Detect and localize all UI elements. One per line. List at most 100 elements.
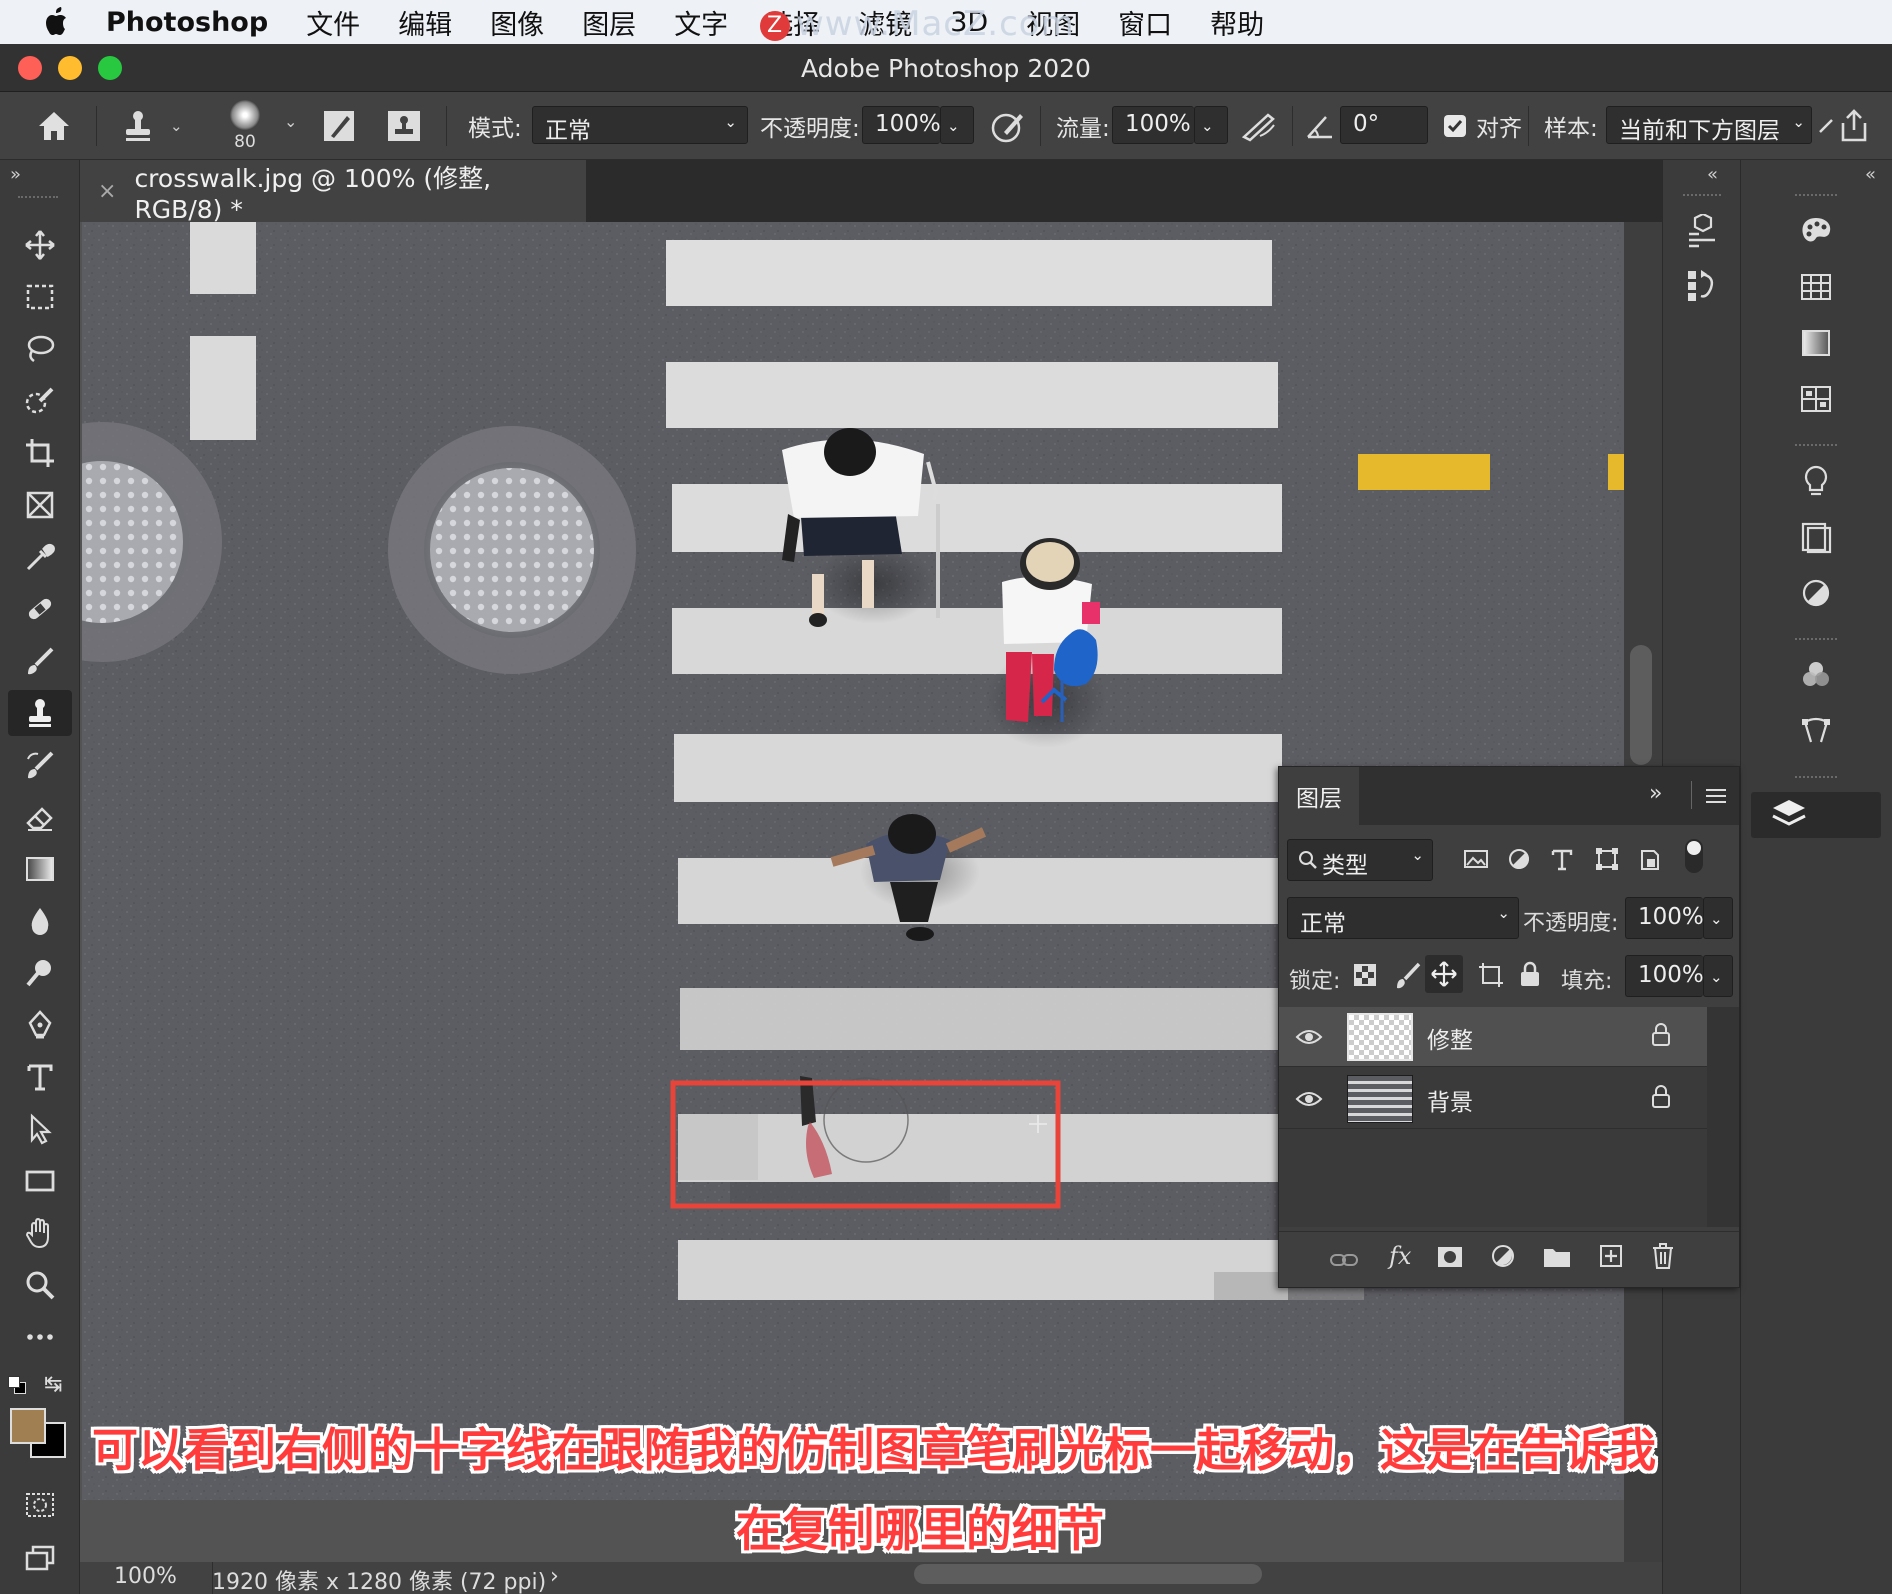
layer-name[interactable]: 背景	[1427, 1083, 1473, 1117]
flow-slider-toggle[interactable]: ⌄	[1194, 106, 1228, 144]
gradients-panel-button[interactable]	[1795, 322, 1837, 364]
zoom-tool[interactable]	[8, 1262, 72, 1308]
menu-type[interactable]: 文字	[674, 3, 728, 42]
layers-tab[interactable]: 图层	[1279, 767, 1359, 825]
ignore-adjustment-layers-button[interactable]	[1818, 92, 1836, 160]
swatches-panel-button[interactable]	[1795, 266, 1837, 308]
default-colors-icon[interactable]	[8, 1376, 30, 1398]
eye-icon[interactable]	[1295, 1089, 1323, 1109]
patterns-panel-button[interactable]	[1795, 378, 1837, 420]
collapse-panels-icon[interactable]: «	[1707, 164, 1718, 185]
foreground-color-swatch[interactable]	[10, 1408, 46, 1444]
swap-colors-icon[interactable]: ↹	[44, 1372, 62, 1397]
eye-icon[interactable]	[1295, 1027, 1323, 1047]
mode-select[interactable]: 正常 ⌄	[532, 106, 748, 144]
menu-app-name[interactable]: Photoshop	[106, 7, 268, 38]
new-adjustment-layer-icon[interactable]	[1491, 1244, 1517, 1270]
layers-scrollbar[interactable]	[1707, 1007, 1739, 1227]
toggle-clone-source-button[interactable]	[386, 92, 422, 160]
history-panel-button[interactable]	[1681, 264, 1723, 306]
color-panel-button[interactable]	[1795, 210, 1837, 252]
collapse-toolbar-icon[interactable]: »	[10, 164, 21, 185]
share-button[interactable]	[1836, 92, 1872, 160]
menu-edit[interactable]: 编辑	[398, 3, 452, 42]
add-mask-icon[interactable]	[1437, 1246, 1463, 1268]
angle-input[interactable]: 0°	[1340, 106, 1428, 144]
rectangle-tool[interactable]	[8, 1158, 72, 1204]
menu-file[interactable]: 文件	[306, 3, 360, 42]
panel-grip[interactable]	[1795, 444, 1837, 450]
move-tool[interactable]	[8, 222, 72, 268]
adjustments-panel-button[interactable]	[1795, 572, 1837, 614]
hand-tool[interactable]	[8, 1210, 72, 1256]
flow-input[interactable]: 100%	[1112, 106, 1194, 144]
lock-transparent-pixels-icon[interactable]	[1353, 963, 1377, 987]
fx-icon[interactable]: fx	[1389, 1242, 1411, 1270]
panel-grip[interactable]	[18, 196, 58, 202]
blend-mode-select[interactable]: 正常 ⌄	[1287, 897, 1519, 939]
filter-pixel-layers-icon[interactable]	[1463, 847, 1489, 871]
lasso-tool[interactable]	[8, 326, 72, 372]
crop-tool[interactable]	[8, 430, 72, 476]
fill-input[interactable]: 100%	[1625, 955, 1704, 997]
tool-preset-picker[interactable]: ⌄	[122, 92, 183, 160]
screen-mode-button[interactable]	[8, 1534, 72, 1580]
filter-shape-layers-icon[interactable]	[1595, 847, 1619, 871]
panel-grip[interactable]	[1683, 194, 1721, 200]
layer-opacity-toggle[interactable]: ⌄	[1703, 897, 1733, 939]
apple-icon[interactable]	[42, 6, 72, 38]
frame-tool[interactable]	[8, 482, 72, 528]
panel-grip[interactable]	[1795, 194, 1837, 200]
learn-panel-button[interactable]	[1795, 460, 1837, 502]
lock-position-button[interactable]	[1425, 955, 1463, 993]
sample-select[interactable]: 当前和下方图层 ⌄	[1606, 106, 1812, 144]
horizontal-scrollbar-thumb[interactable]	[914, 1564, 1262, 1584]
link-layers-icon[interactable]	[1329, 1250, 1359, 1270]
opacity-slider-toggle[interactable]: ⌄	[940, 106, 974, 144]
panel-grip[interactable]	[1795, 776, 1837, 782]
brush-tool[interactable]	[8, 638, 72, 684]
path-selection-tool[interactable]	[8, 1106, 72, 1152]
quick-mask-button[interactable]	[8, 1482, 72, 1528]
healing-brush-tool[interactable]	[8, 586, 72, 632]
document-tab[interactable]: × crosswalk.jpg @ 100% (修整, RGB/8) *	[80, 160, 586, 224]
menu-help[interactable]: 帮助	[1210, 3, 1264, 42]
eyedropper-tool[interactable]	[8, 534, 72, 580]
zoom-level[interactable]: 100%	[114, 1564, 177, 1589]
panel-menu-icon[interactable]	[1705, 787, 1727, 805]
dodge-tool[interactable]	[8, 950, 72, 996]
menu-window[interactable]: 窗口	[1118, 3, 1172, 42]
pen-tool[interactable]	[8, 1002, 72, 1048]
quick-selection-tool[interactable]	[8, 378, 72, 424]
filter-type-layers-icon[interactable]	[1551, 847, 1573, 871]
filter-smart-objects-icon[interactable]	[1639, 847, 1661, 871]
libraries-panel-button[interactable]	[1795, 516, 1837, 558]
3d-panel-button[interactable]	[1681, 210, 1723, 252]
panel-grip[interactable]	[1795, 638, 1837, 644]
history-brush-tool[interactable]	[8, 742, 72, 788]
new-group-folder-icon[interactable]	[1543, 1246, 1571, 1268]
layer-filter-select[interactable]: 类型 ⌄	[1287, 839, 1433, 881]
eraser-tool[interactable]	[8, 794, 72, 840]
menu-image[interactable]: 图像	[490, 3, 544, 42]
collapse-icon[interactable]: »	[1649, 781, 1662, 806]
marquee-tool[interactable]	[8, 274, 72, 320]
type-tool[interactable]	[8, 1054, 72, 1100]
lock-image-pixels-icon[interactable]	[1395, 961, 1421, 989]
collapse-panels-icon[interactable]: «	[1865, 164, 1876, 185]
filter-adjustment-layers-icon[interactable]	[1507, 847, 1531, 871]
blur-tool[interactable]	[8, 898, 72, 944]
paths-panel-button[interactable]	[1795, 710, 1837, 752]
new-layer-icon[interactable]	[1599, 1244, 1623, 1268]
pressure-opacity-button[interactable]	[990, 92, 1026, 160]
lock-all-icon[interactable]	[1519, 961, 1541, 987]
layers-panel-button[interactable]	[1751, 792, 1881, 838]
delete-layer-trash-icon[interactable]	[1651, 1242, 1675, 1270]
close-tab-icon[interactable]: ×	[98, 179, 116, 204]
layer-name[interactable]: 修整	[1427, 1021, 1473, 1055]
vertical-scrollbar-thumb[interactable]	[1630, 645, 1652, 765]
layer-row-background[interactable]: 背景	[1279, 1069, 1707, 1129]
opacity-input[interactable]: 100%	[862, 106, 941, 144]
chevron-right-icon[interactable]: ›	[550, 1564, 559, 1589]
menu-layer[interactable]: 图层	[582, 3, 636, 42]
